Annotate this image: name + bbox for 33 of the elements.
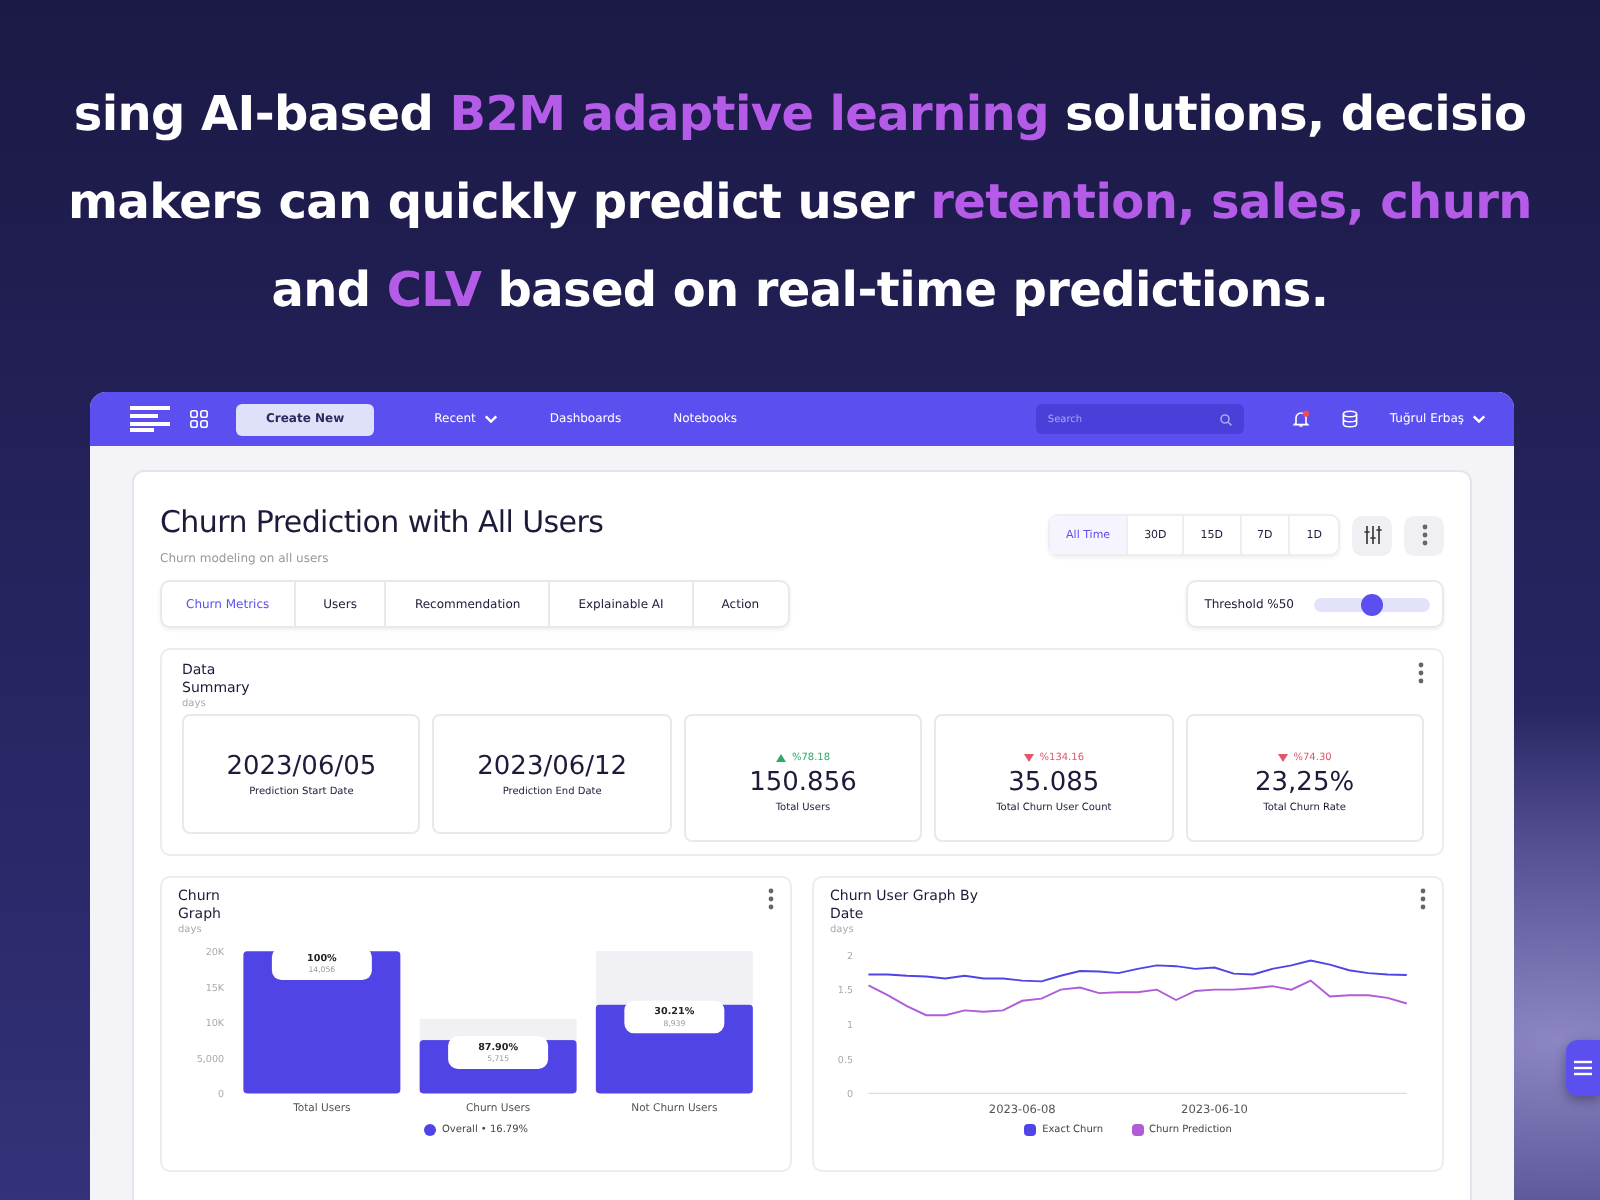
stat-value: 2023/06/12 — [477, 751, 628, 781]
search-icon — [1219, 413, 1232, 425]
more-icon — [1420, 888, 1426, 910]
logo-icon — [130, 406, 170, 432]
stat-value: 23,25% — [1255, 767, 1355, 797]
bell-icon — [1291, 410, 1310, 428]
grid-icon — [190, 410, 208, 428]
more-icon — [1418, 662, 1424, 684]
threshold-slider[interactable] — [1314, 597, 1430, 611]
label-card — [624, 1000, 725, 1034]
page-title: Churn Prediction with All Users — [160, 504, 604, 540]
filter-icon — [1363, 526, 1381, 544]
slider-thumb[interactable] — [1361, 593, 1383, 615]
more-button[interactable] — [1404, 515, 1444, 555]
database-icon — [1341, 410, 1358, 428]
more-button[interactable] — [1418, 662, 1424, 684]
menu-icon — [1574, 1060, 1592, 1076]
notifications-button[interactable] — [1291, 410, 1310, 428]
label-card — [271, 947, 372, 980]
caret-icon — [1472, 414, 1486, 424]
stat-value: 150.856 — [749, 767, 857, 797]
caret-icon — [483, 414, 498, 424]
label-card — [448, 1036, 549, 1069]
headline: sing AI-based B2M adaptive learning solutions, decisio makers can quickly predict user retention, sales, churn and CLV based on real-time predictions. — [68, 84, 1532, 322]
menu-button[interactable] — [1566, 1040, 1600, 1096]
database-button[interactable] — [1341, 410, 1358, 428]
stat-value: 2023/06/05 — [226, 751, 377, 781]
stat-value: 35.085 — [1008, 767, 1100, 797]
more-icon — [1421, 524, 1427, 546]
more-button[interactable] — [1420, 888, 1426, 910]
more-button[interactable] — [768, 888, 774, 910]
filter-button[interactable] — [1352, 515, 1392, 555]
more-icon — [768, 888, 774, 910]
